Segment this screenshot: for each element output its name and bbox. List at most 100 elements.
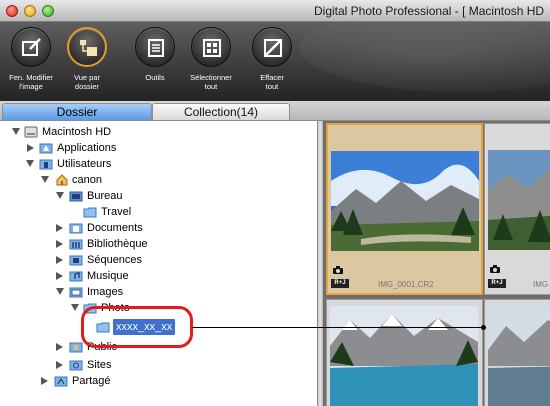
clear-all-button[interactable]: Effacer tout [243, 26, 301, 101]
tab-collection[interactable]: Collection(14) [152, 103, 290, 120]
disclosure-open-icon[interactable] [12, 128, 20, 135]
hard-drive-icon [24, 126, 38, 138]
home-folder-icon [56, 174, 68, 186]
thumbnail-image [331, 151, 479, 251]
folder-icon [83, 207, 97, 218]
disclosure-open-icon[interactable] [41, 176, 49, 183]
tree-item-bureau[interactable]: Bureau [0, 188, 200, 204]
thumbnail-image [330, 306, 478, 406]
tree-item-label: Sites [87, 359, 112, 371]
raw-jpeg-badge: R+J [488, 279, 506, 288]
desktop-folder-icon [69, 191, 83, 202]
tree-item-label: Musique [87, 270, 129, 282]
minimize-window-button[interactable] [24, 5, 36, 17]
edit-image-label: Fen. Modifier l'image [9, 73, 53, 91]
annotation-highlight-ring [81, 306, 193, 348]
edit-image-button-circle [11, 27, 51, 67]
clear-all-icon [264, 39, 282, 57]
thumbnail-cell[interactable] [484, 299, 550, 406]
tree-item-sites[interactable]: Sites [0, 357, 200, 373]
tree-item-label: Images [87, 286, 124, 298]
disclosure-closed-icon[interactable] [27, 144, 34, 152]
disclosure-open-icon[interactable] [56, 288, 64, 295]
folder-view-button[interactable]: Vue par dossier [58, 26, 116, 101]
toolbar: Fen. Modifier l'image Vue par dossier Ou… [0, 22, 550, 101]
disclosure-closed-icon[interactable] [56, 272, 63, 280]
disclosure-closed-icon[interactable] [56, 240, 63, 248]
applications-folder-icon [39, 143, 53, 154]
tree-item-sequences[interactable]: Séquences [0, 252, 200, 268]
thumbnail-filename: IMG [533, 280, 549, 289]
folder-view-button-circle [67, 27, 107, 67]
tree-item-bibliotheque[interactable]: Bibliothèque [0, 236, 200, 252]
thumbnail-cell[interactable]: R+J IMG [484, 123, 550, 295]
tools-icon [148, 39, 164, 57]
thumbnail-cell[interactable] [326, 299, 483, 406]
disclosure-closed-icon[interactable] [41, 377, 48, 385]
edit-image-icon [22, 38, 41, 56]
clear-all-button-circle [252, 27, 292, 67]
tools-label: Outils [145, 73, 165, 82]
tree-item-label: Utilisateurs [57, 158, 112, 170]
tree-item-images[interactable]: Images [0, 284, 200, 300]
tree-item-label: Séquences [87, 254, 143, 266]
tree-item-label: canon [72, 174, 102, 186]
annotation-pointer-dot [481, 325, 486, 330]
tree-item-label: Bibliothèque [87, 238, 148, 250]
users-folder-icon [39, 159, 53, 170]
tree-item-musique[interactable]: Musique [0, 268, 200, 284]
disclosure-closed-icon[interactable] [56, 343, 63, 351]
tree-item-label: Travel [101, 206, 132, 218]
library-folder-icon [69, 239, 83, 250]
disclosure-closed-icon[interactable] [56, 224, 63, 232]
tree-item-label: Bureau [87, 190, 123, 202]
tree-item-partage[interactable]: Partagé [0, 373, 200, 389]
disclosure-open-icon[interactable] [26, 160, 34, 167]
select-all-button-circle [191, 27, 231, 67]
thumbnail-panel[interactable]: R+J IMG_0001.CR2 R+J IMG [323, 121, 550, 406]
tree-item-label: Documents [87, 222, 143, 234]
public-folder-icon [69, 342, 83, 353]
music-folder-icon [69, 271, 83, 282]
tools-button-circle [135, 27, 175, 67]
select-all-label: Sélectionner tout [190, 73, 232, 91]
tree-item-macintosh-hd[interactable]: Macintosh HD [0, 124, 200, 140]
raw-jpeg-badge: R+J [331, 279, 349, 288]
disclosure-closed-icon[interactable] [56, 256, 63, 264]
tree-item-applications[interactable]: Applications [0, 140, 200, 156]
thumbnail-image [488, 306, 550, 406]
tree-item-canon[interactable]: canon [0, 172, 200, 188]
disclosure-open-icon[interactable] [56, 192, 64, 199]
documents-folder-icon [69, 223, 83, 234]
edit-image-window-button[interactable]: Fen. Modifier l'image [2, 26, 60, 101]
folder-view-label: Vue par dossier [74, 73, 100, 91]
tree-item-utilisateurs[interactable]: Utilisateurs [0, 156, 200, 172]
thumbnail-filename: IMG_0001.CR2 [378, 280, 434, 289]
tree-item-label: Applications [57, 142, 117, 154]
folder-tree[interactable]: Macintosh HD Applications Utilisateurs c… [0, 121, 317, 406]
pictures-folder-icon [69, 287, 83, 298]
thumbnail-image [488, 150, 550, 250]
tools-button[interactable]: Outils [126, 26, 184, 101]
select-all-button[interactable]: Sélectionner tout [182, 26, 240, 101]
toolbar-decoration [300, 22, 550, 92]
tab-folder[interactable]: Dossier [2, 103, 152, 120]
close-window-button[interactable] [6, 5, 18, 17]
zoom-window-button[interactable] [42, 5, 54, 17]
thumbnail-cell[interactable]: R+J IMG_0001.CR2 [326, 123, 483, 295]
window-title: Digital Photo Professional - [ Macintosh… [314, 4, 545, 18]
clear-all-label: Effacer tout [260, 73, 284, 91]
tree-item-documents[interactable]: Documents [0, 220, 200, 236]
camera-icon [490, 265, 500, 273]
title-bar: Digital Photo Professional - [ Macintosh… [0, 0, 550, 22]
shared-folder-icon [54, 376, 68, 387]
sites-folder-icon [69, 360, 83, 371]
tab-strip: Dossier Collection(14) [0, 101, 550, 121]
disclosure-open-icon[interactable] [71, 304, 79, 311]
folder-view-icon [80, 40, 97, 56]
tree-item-travel[interactable]: Travel [0, 204, 200, 220]
tree-item-label: Macintosh HD [42, 126, 112, 138]
disclosure-closed-icon[interactable] [56, 361, 63, 369]
tree-item-label: Partagé [72, 375, 111, 387]
annotation-pointer-line [192, 327, 484, 328]
